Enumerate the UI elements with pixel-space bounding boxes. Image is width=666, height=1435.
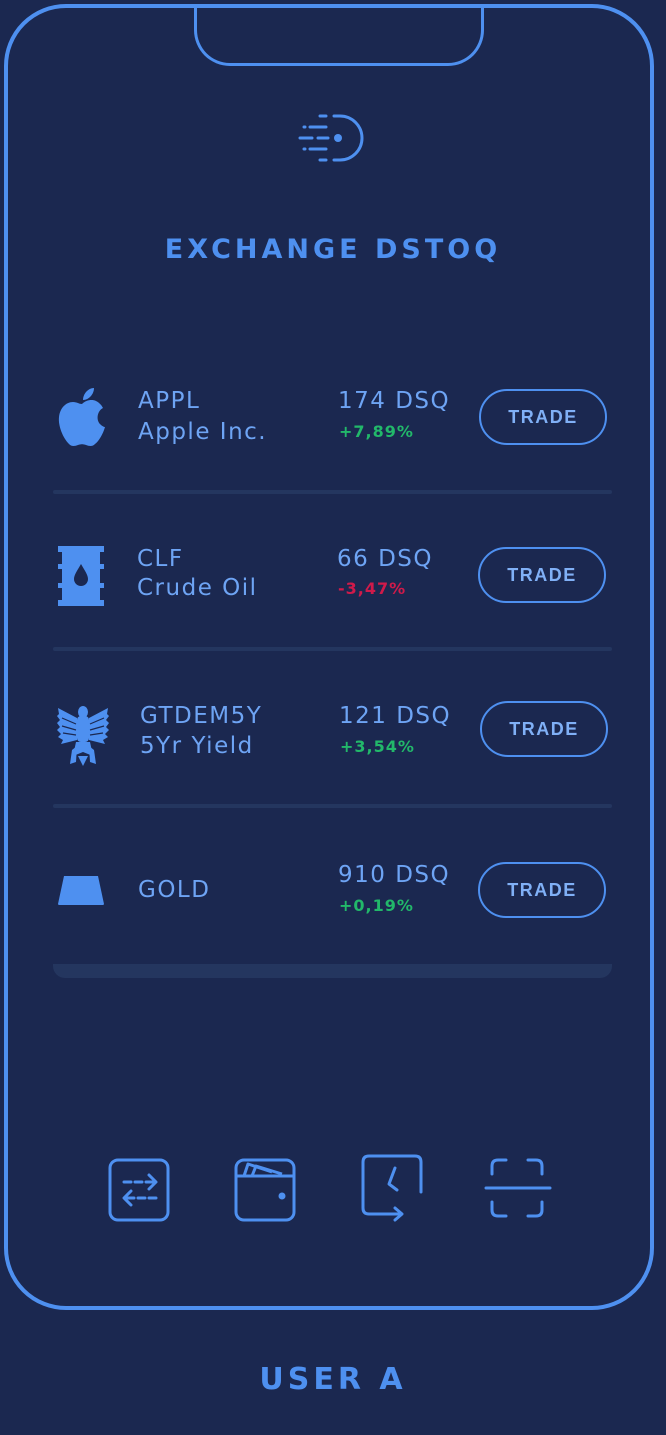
apple-icon (58, 388, 105, 446)
asset-ticker: CLF (137, 546, 184, 572)
asset-price: 121 DSQ (339, 703, 452, 729)
asset-name: Crude Oil (137, 575, 258, 601)
asset-change: -3,47% (338, 579, 407, 598)
history-icon[interactable] (359, 1152, 427, 1224)
trade-button[interactable]: TRADE (478, 862, 606, 918)
asset-row: CLF Crude Oil 66 DSQ -3,47% TRADE (0, 542, 666, 612)
trade-button[interactable]: TRADE (478, 547, 606, 603)
asset-price: 910 DSQ (338, 862, 451, 888)
asset-ticker: GTDEM5Y (140, 703, 263, 729)
asset-row: GTDEM5Y 5Yr Yield 121 DSQ +3,54% TRADE (0, 700, 666, 770)
gold-bar-icon (58, 876, 104, 905)
asset-row: GOLD 910 DSQ +0,19% TRADE (0, 860, 666, 930)
asset-change: +7,89% (339, 422, 414, 441)
page-title: EXCHANGE DSTOQ (164, 234, 502, 265)
row-divider (53, 490, 612, 494)
asset-change: +3,54% (340, 737, 415, 756)
asset-price: 66 DSQ (337, 546, 433, 572)
german-eagle-icon (57, 706, 109, 766)
asset-price: 174 DSQ (338, 388, 451, 414)
oil-barrel-icon (58, 546, 104, 606)
phone-notch (194, 4, 484, 66)
asset-name: Apple Inc. (138, 419, 268, 445)
row-divider (53, 804, 612, 808)
scan-icon[interactable] (484, 1152, 552, 1224)
asset-ticker: GOLD (138, 877, 211, 903)
phone-frame (4, 4, 654, 1310)
dstoq-logo-icon (298, 114, 364, 162)
asset-name: 5Yr Yield (140, 733, 254, 759)
asset-ticker: APPL (138, 388, 201, 414)
trade-button[interactable]: TRADE (480, 701, 608, 757)
user-label: USER A (259, 1362, 407, 1397)
asset-change: +0,19% (339, 896, 414, 915)
asset-row: APPL Apple Inc. 174 DSQ +7,89% TRADE (0, 384, 666, 454)
transfer-icon[interactable] (106, 1152, 174, 1224)
list-footer (53, 964, 612, 978)
row-divider (53, 647, 612, 651)
trade-button[interactable]: TRADE (479, 389, 607, 445)
wallet-icon[interactable] (232, 1152, 300, 1224)
